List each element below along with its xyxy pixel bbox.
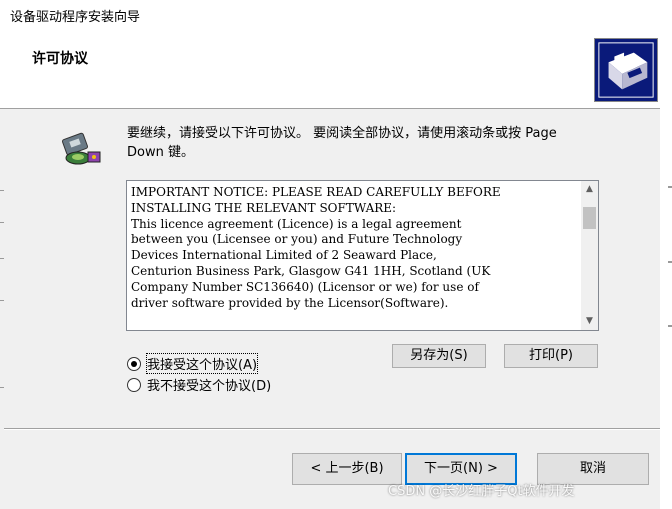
scroll-thumb[interactable] (583, 207, 596, 229)
hardware-install-icon (594, 38, 658, 102)
window-title: 设备驱动程序安装向导 (0, 0, 668, 30)
wizard-header: 许可协议 (0, 30, 660, 109)
print-button[interactable]: 打印(P) (504, 344, 598, 368)
licence-scrollbar[interactable]: ▲ ▼ (581, 181, 598, 330)
footer-divider (4, 428, 660, 430)
watermark-text: CSDN @长沙红胖子Qt软件开发 (388, 484, 575, 499)
accept-option[interactable]: 我接受这个协议(A) (127, 353, 259, 374)
back-button[interactable]: < 上一步(B) (292, 453, 402, 485)
install-disk-icon (61, 132, 101, 165)
licence-text: IMPORTANT NOTICE: PLEASE READ CAREFULLY … (131, 185, 501, 310)
licence-textbox[interactable]: IMPORTANT NOTICE: PLEASE READ CAREFULLY … (126, 180, 599, 331)
accept-radio[interactable] (127, 356, 141, 371)
decline-option[interactable]: 我不接受这个协议(D) (127, 375, 271, 394)
decline-label[interactable]: 我不接受这个协议(D) (147, 375, 271, 394)
decline-radio[interactable] (127, 377, 141, 392)
scroll-up-arrow-icon[interactable]: ▲ (581, 181, 598, 198)
scroll-down-arrow-icon[interactable]: ▼ (581, 313, 598, 330)
save-as-button[interactable]: 另存为(S) (392, 344, 486, 368)
accept-label[interactable]: 我接受这个协议(A) (145, 353, 259, 374)
background-window-edge (660, 0, 672, 509)
page-title: 许可协议 (32, 51, 88, 67)
instruction-text: 要继续，请接受以下许可协议。 要阅读全部协议，请使用滚动条或按 Page Dow… (127, 126, 557, 160)
